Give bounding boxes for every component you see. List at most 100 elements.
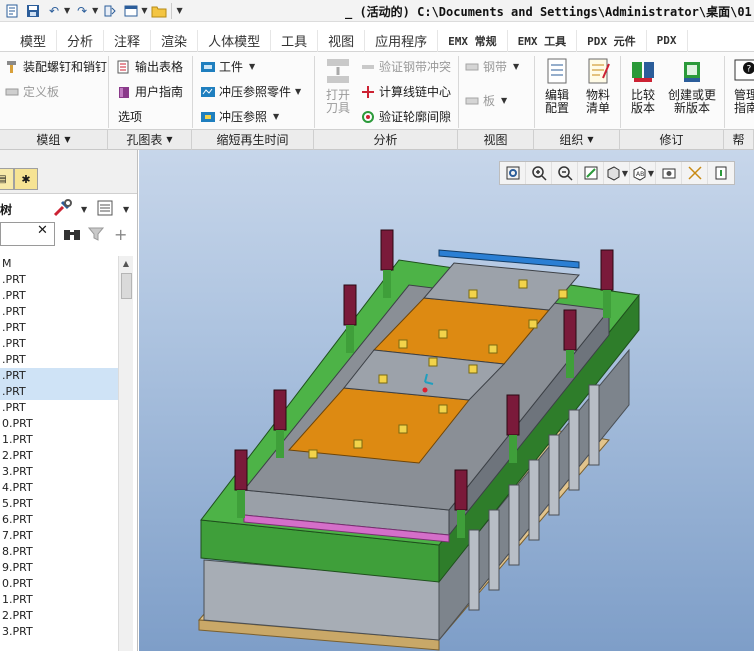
- group-footer-model-label: 模组: [36, 133, 61, 147]
- tree-item[interactable]: 4.PRT: [0, 480, 120, 496]
- tree-item[interactable]: .PRT: [0, 320, 120, 336]
- open-folder-icon[interactable]: [150, 2, 168, 20]
- save-icon[interactable]: [24, 2, 42, 20]
- tree-item[interactable]: .PRT: [0, 352, 120, 368]
- tree-item[interactable]: 2.PRT: [0, 448, 120, 464]
- tab-tools[interactable]: 工具: [271, 29, 319, 52]
- tree-item[interactable]: 5.PRT: [0, 496, 120, 512]
- svg-text:?: ?: [747, 65, 752, 75]
- windows-icon[interactable]: [122, 2, 140, 20]
- stamp-ref-button[interactable]: 冲压参照 ▼: [200, 108, 279, 125]
- open-tool-button[interactable]: 打开 刀具: [320, 56, 356, 115]
- undo-icon[interactable]: ↶: [45, 2, 63, 20]
- tree-item[interactable]: 1.PRT: [0, 432, 120, 448]
- tab-analysis[interactable]: 分析: [57, 29, 105, 52]
- tree-search-input[interactable]: ✕: [0, 222, 55, 246]
- tree-item[interactable]: .PRT: [0, 304, 120, 320]
- verify-strip-stamping-button[interactable]: 验证钢带冲突: [360, 58, 451, 75]
- options-button[interactable]: 选项: [118, 108, 142, 125]
- windows-dropdown-icon[interactable]: ▼: [141, 6, 147, 15]
- plate-view-button[interactable]: 板 ▼: [464, 92, 507, 109]
- undo-dropdown-icon[interactable]: ▼: [64, 6, 70, 15]
- bom-button[interactable]: 物料 清单: [580, 56, 616, 115]
- tree-item[interactable]: .PRT: [0, 368, 120, 384]
- search-clear-icon[interactable]: ✕: [37, 223, 48, 238]
- settings-dropdown-icon[interactable]: ▼: [81, 205, 87, 214]
- tree-item[interactable]: 2.PRT: [0, 608, 120, 624]
- group-footer-organize[interactable]: 组织 ▼: [534, 130, 620, 150]
- tree-item[interactable]: 6.PRT: [0, 512, 120, 528]
- graphics-viewport[interactable]: ▼ AB ▼: [139, 150, 754, 651]
- tree-item[interactable]: .PRT: [0, 288, 120, 304]
- group-footer-hole-table[interactable]: 孔图表 ▼: [108, 130, 192, 150]
- user-guide-button[interactable]: 用户指南: [116, 83, 183, 100]
- tab-pdx[interactable]: PDX: [647, 29, 688, 52]
- tree-item[interactable]: .PRT: [0, 336, 120, 352]
- strip-view-button[interactable]: 钢带 ▼: [464, 58, 519, 75]
- filter-icon[interactable]: [87, 227, 105, 244]
- separator: [171, 2, 173, 19]
- group-footer-model[interactable]: 模组 ▼: [0, 130, 108, 150]
- navigator-tabs: ▤ ✱: [0, 150, 137, 194]
- tree-item[interactable]: .PRT: [0, 272, 120, 288]
- customize-toolbar-icon[interactable]: ▼: [176, 6, 182, 15]
- strip-dropdown-icon[interactable]: ▼: [513, 62, 519, 71]
- group-footer-manage: 帮: [724, 130, 754, 150]
- calc-chain-center-button[interactable]: 计算线链中心: [360, 83, 451, 100]
- settings-icon[interactable]: [52, 199, 74, 220]
- tab-view[interactable]: 视图: [318, 29, 366, 52]
- redo-dropdown-icon[interactable]: ▼: [92, 6, 98, 15]
- tree-item[interactable]: 3.PRT: [0, 464, 120, 480]
- tab-render[interactable]: 渲染: [151, 29, 199, 52]
- tree-item[interactable]: 8.PRT: [0, 544, 120, 560]
- scroll-up-icon[interactable]: ▲: [119, 256, 133, 271]
- tab-annotate[interactable]: 注释: [104, 29, 152, 52]
- tree-item[interactable]: 0.PRT: [0, 576, 120, 592]
- redo-icon[interactable]: ↷: [73, 2, 91, 20]
- show-dropdown-icon[interactable]: ▼: [123, 205, 129, 214]
- scrollbar-thumb[interactable]: [121, 273, 132, 299]
- tree-scrollbar[interactable]: ▲: [118, 256, 133, 651]
- tab-manikin[interactable]: 人体模型: [198, 29, 272, 52]
- edit-config-button[interactable]: 编辑 配置: [538, 56, 576, 115]
- workpiece-button[interactable]: 工件 ▼: [200, 58, 255, 75]
- tab-applications[interactable]: 应用程序: [365, 29, 439, 52]
- tree-item[interactable]: 3.PRT: [0, 624, 120, 640]
- add-column-icon[interactable]: +: [114, 225, 127, 244]
- stamp-ref-part-button[interactable]: 冲压参照零件 ▼: [200, 83, 301, 100]
- stamp-ref-dropdown-icon[interactable]: ▼: [273, 112, 279, 121]
- tab-model-tree[interactable]: ▤: [0, 168, 14, 190]
- model-tree-tab-icon: ▤: [0, 173, 7, 185]
- new-file-icon[interactable]: [3, 2, 21, 20]
- find-binoculars-icon[interactable]: [62, 226, 82, 245]
- compare-versions-button[interactable]: 比较 版本: [624, 56, 662, 115]
- group-footer-organize-label: 组织: [559, 133, 584, 147]
- tab-emx-tools[interactable]: EMX 工具: [508, 29, 578, 52]
- tree-item[interactable]: 9.PRT: [0, 560, 120, 576]
- export-table-button[interactable]: 输出表格: [116, 58, 183, 75]
- tree-item[interactable]: 1.PRT: [0, 592, 120, 608]
- show-list-icon[interactable]: [96, 199, 114, 220]
- separator: [620, 56, 621, 128]
- tab-emx-general[interactable]: EMX 常规: [438, 29, 508, 52]
- regenerate-icon[interactable]: [101, 2, 119, 20]
- tab-folder-browser[interactable]: ✱: [14, 168, 38, 190]
- die-assembly-model[interactable]: [139, 150, 754, 651]
- plate-dropdown-icon[interactable]: ▼: [501, 96, 507, 105]
- tree-item[interactable]: .PRT: [0, 400, 120, 416]
- tree-item[interactable]: 0.PRT: [0, 416, 120, 432]
- define-plate-button[interactable]: 定义板: [4, 83, 59, 100]
- tree-item[interactable]: .PRT: [0, 384, 120, 400]
- user-guide-label: 用户指南: [135, 85, 184, 99]
- manage-guide-button[interactable]: ? 管理 指南: [728, 56, 754, 115]
- tab-pdx-components[interactable]: PDX 元件: [577, 29, 647, 52]
- stamp-ref-part-dropdown-icon[interactable]: ▼: [295, 87, 301, 96]
- tree-item[interactable]: 7.PRT: [0, 528, 120, 544]
- tree-item[interactable]: M: [0, 256, 120, 272]
- create-update-version-button[interactable]: 创建或更 新版本: [664, 56, 720, 115]
- group-footer-hole-table-label: 孔图表: [126, 133, 163, 147]
- verify-contour-gap-button[interactable]: 验证轮廓间隙: [360, 108, 451, 125]
- assemble-screws-pins-button[interactable]: 装配螺钉和销钉: [4, 58, 107, 75]
- tab-model[interactable]: 模型: [0, 29, 58, 52]
- workpiece-dropdown-icon[interactable]: ▼: [249, 62, 255, 71]
